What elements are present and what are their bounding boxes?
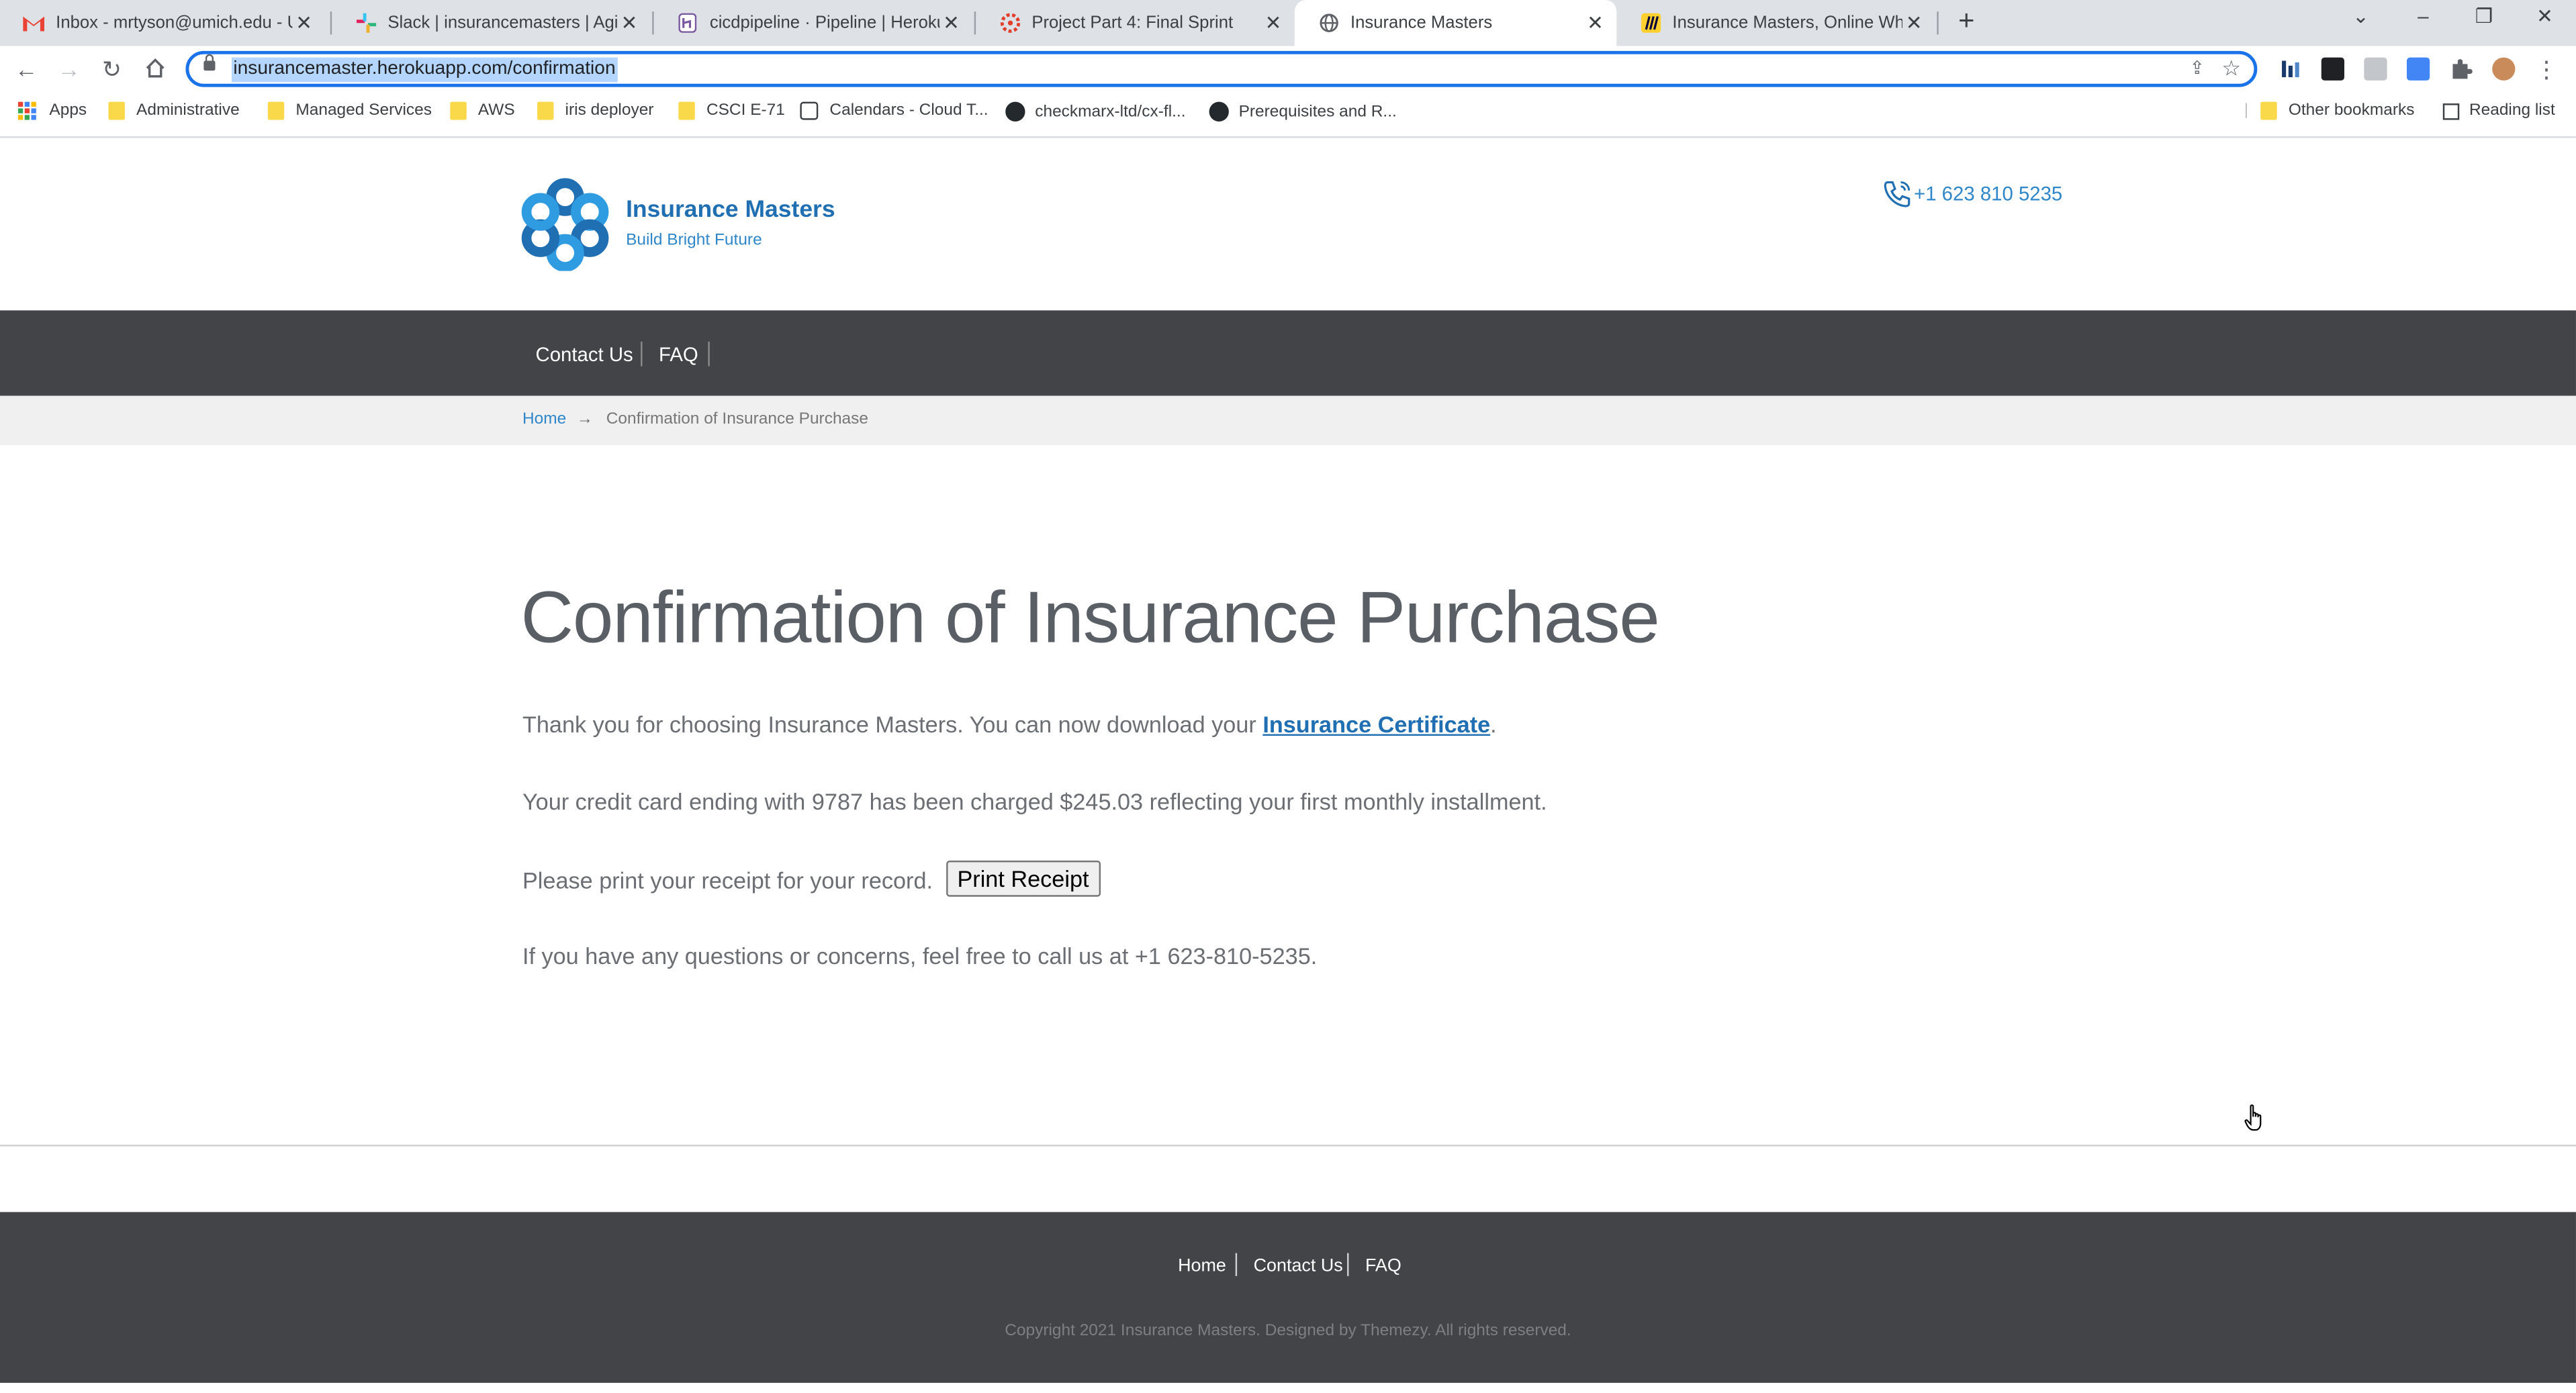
tab-gmail[interactable]: Inbox - mrtyson@umich.edu - U ✕ (0, 0, 325, 46)
bookmarks-divider: | (2244, 101, 2249, 120)
address-bar[interactable]: insurancemaster.herokuapp.com/confirmati… (185, 50, 2258, 87)
home-icon[interactable] (138, 52, 171, 85)
slack-icon (355, 12, 376, 34)
bookmark-prerequisites[interactable]: Prerequisites and R... (1209, 101, 1397, 122)
nav-faq[interactable]: FAQ (659, 343, 698, 366)
nav-divider (708, 341, 710, 367)
tab-strip: Inbox - mrtyson@umich.edu - U ✕ Slack | … (0, 0, 2576, 46)
close-tab-icon[interactable]: ✕ (292, 11, 315, 34)
tab-insurance-masters-active[interactable]: Insurance Masters ✕ (1294, 0, 1617, 46)
close-tab-icon[interactable]: ✕ (1262, 11, 1285, 34)
bookmark-star-icon[interactable]: ☆ (2221, 56, 2241, 82)
bookmark-iris-deployer[interactable]: iris deployer (537, 101, 653, 120)
menu-kebab-icon[interactable]: ⋮ (2530, 52, 2563, 85)
globe-icon (1318, 12, 1339, 34)
hand-cursor-icon (2244, 1104, 2266, 1140)
footer-divider-line (1347, 1253, 1349, 1276)
folder-icon (108, 101, 125, 120)
charge-paragraph: Your credit card ending with 9787 has be… (522, 788, 1547, 815)
minimize-button[interactable]: – (2399, 5, 2448, 28)
google-translate-icon[interactable] (2406, 57, 2430, 81)
reading-list[interactable]: Reading list (2442, 102, 2555, 120)
extension-bars-icon[interactable] (2279, 58, 2301, 81)
reading-list-icon (2442, 102, 2460, 119)
extension-password-icon[interactable] (2321, 57, 2345, 81)
bookmark-checkmarx[interactable]: checkmarx-ltd/cx-fl... (1005, 101, 1186, 122)
tab-slack[interactable]: Slack | insurancemasters | Agile S ✕ (332, 0, 651, 46)
miro-icon (1640, 12, 1661, 34)
close-window-button[interactable]: ✕ (2520, 5, 2569, 28)
breadcrumb-home[interactable]: Home (522, 411, 566, 429)
phone-icon (1884, 181, 1911, 207)
folder-icon (450, 101, 467, 120)
print-receipt-button[interactable]: Print Receipt (946, 860, 1101, 897)
web-page: Insurance Masters Build Bright Future +1… (0, 138, 2576, 1392)
bookmark-apps[interactable]: Apps (17, 101, 87, 120)
canvas-icon (999, 12, 1020, 34)
brand-name[interactable]: Insurance Masters (626, 197, 835, 224)
copyright-text: Copyright 2021 Insurance Masters. Design… (1005, 1322, 1571, 1341)
bookmark-calendars[interactable]: Calendars - Cloud T... (800, 101, 988, 120)
url-text[interactable]: insurancemaster.herokuapp.com/confirmati… (231, 57, 618, 83)
heroku-icon (677, 12, 698, 34)
breadcrumb-current: Confirmation of Insurance Purchase (606, 410, 868, 429)
restore-button[interactable]: ❐ (2459, 5, 2508, 28)
bookmark-managed-services[interactable]: Managed Services (267, 101, 432, 120)
tab-canvas[interactable]: Project Part 4: Final Sprint ✕ (976, 0, 1295, 46)
nav-contact-us[interactable]: Contact Us (536, 343, 633, 366)
page-title: Confirmation of Insurance Purchase (520, 578, 1660, 659)
nav-divider (641, 341, 643, 367)
tab-miro[interactable]: Insurance Masters, Online White ✕ (1616, 0, 1935, 46)
folder-icon (267, 101, 285, 120)
download-paragraph: Thank you for choosing Insurance Masters… (522, 711, 1497, 738)
close-tab-icon[interactable]: ✕ (1902, 11, 1925, 34)
forward-icon[interactable]: → (52, 52, 85, 85)
tab-heroku[interactable]: cicdpipeline · Pipeline | Heroku ✕ (654, 0, 973, 46)
close-tab-icon[interactable]: ✕ (939, 11, 962, 34)
github-icon (1209, 101, 1229, 122)
apps-grid-icon (17, 101, 36, 120)
close-tab-icon[interactable]: ✕ (1583, 11, 1606, 34)
bookmark-administrative[interactable]: Administrative (108, 101, 240, 120)
gmail-icon (23, 12, 45, 34)
back-icon[interactable]: ← (10, 52, 43, 85)
breadcrumb-arrow-icon: → (576, 410, 594, 429)
new-tab-button[interactable]: + (1951, 6, 1981, 36)
brand-tagline: Build Bright Future (626, 231, 762, 250)
profile-avatar[interactable] (2492, 57, 2516, 81)
tab-search-icon[interactable]: ⌄ (2336, 5, 2385, 28)
share-icon[interactable]: ⇪ (2190, 58, 2205, 79)
folder-icon (537, 101, 554, 120)
folder-icon (2260, 101, 2277, 120)
extensions-puzzle-icon[interactable] (2450, 58, 2473, 81)
bookmarks-bar: Apps Administrative Managed Services AWS… (0, 91, 2576, 138)
bookmark-csci-e71[interactable]: CSCI E-71 (678, 101, 785, 120)
github-icon (1005, 101, 1025, 122)
footer-contact-link[interactable]: Contact Us (1254, 1256, 1343, 1276)
main-nav: Contact Us FAQ (0, 310, 2576, 396)
calendar-icon (800, 101, 819, 120)
browser-toolbar: ← → ↻ insurancemaster.herokuapp.com/conf… (0, 46, 2576, 92)
footer-faq-link[interactable]: FAQ (1365, 1256, 1401, 1276)
contact-paragraph: If you have any questions or concerns, f… (522, 943, 1318, 969)
footer-divider-line (1235, 1253, 1238, 1276)
breadcrumb: Home → Confirmation of Insurance Purchas… (0, 395, 2576, 445)
insurance-masters-logo[interactable] (521, 177, 610, 272)
bookmark-aws[interactable]: AWS (450, 101, 515, 120)
extension-grey-icon[interactable] (2364, 57, 2387, 81)
site-footer: Home Contact Us FAQ Copyright 2021 Insur… (0, 1212, 2576, 1383)
print-paragraph: Please print your receipt for your recor… (522, 860, 1101, 898)
lock-icon (203, 54, 216, 71)
footer-divider (0, 1145, 2576, 1147)
header-phone[interactable]: +1 623 810 5235 (1881, 177, 2062, 210)
close-tab-icon[interactable]: ✕ (618, 11, 641, 34)
footer-home-link[interactable]: Home (1178, 1256, 1226, 1276)
insurance-certificate-link[interactable]: Insurance Certificate (1262, 711, 1490, 737)
reload-icon[interactable]: ↻ (95, 52, 128, 85)
folder-icon (678, 101, 695, 120)
bookmark-other[interactable]: Other bookmarks (2260, 101, 2414, 120)
